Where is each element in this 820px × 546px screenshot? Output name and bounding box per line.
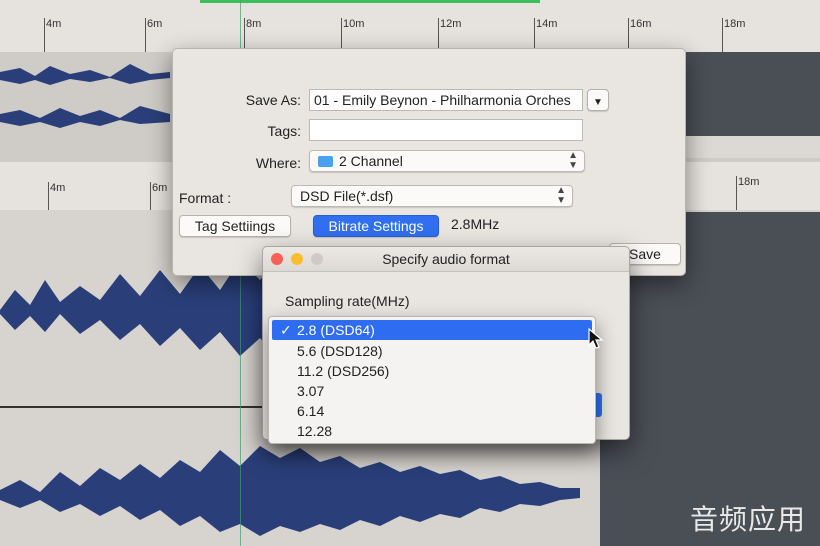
menu-item[interactable]: 12.28 [269,421,595,441]
ruler-label: 6m [152,182,168,194]
chevron-down-icon: ▼ [593,97,603,108]
menu-item-label: 5.6 (DSD128) [297,343,383,359]
bitrate-value: 2.8MHz [451,216,500,232]
sampling-rate-label: Sampling rate(MHz) [285,293,410,309]
ruler-label: 6m [147,18,163,30]
menu-item-label: 11.2 (DSD256) [297,363,390,379]
save-as-field[interactable]: 01 - Emily Beynon - Philharmonia Orches [309,89,583,111]
menu-item[interactable]: 6.14 [269,401,595,421]
save-dialog: Save As: 01 - Emily Beynon - Philharmoni… [172,48,686,276]
ruler-label: 18m [738,176,760,188]
ruler-tick [341,18,342,52]
ruler-tick [628,18,629,52]
sampling-rate-menu[interactable]: ✓ 2.8 (DSD64) 5.6 (DSD128) 11.2 (DSD256)… [268,316,596,444]
ruler-tick [438,18,439,52]
updown-arrows-icon: ▲ ▼ [556,185,566,206]
window-title: Specify audio format [382,251,510,267]
ruler-tick [722,18,723,52]
tag-settings-button[interactable]: Tag Settiings [179,215,291,237]
ruler-label: 12m [440,18,462,30]
ruler-label: 4m [50,182,66,194]
tags-field[interactable] [309,119,583,141]
format-value: DSD File(*.dsf) [300,188,394,204]
menu-item[interactable]: 11.2 (DSD256) [269,361,595,381]
ruler-label: 4m [46,18,62,30]
ruler-label: 8m [246,18,262,30]
menu-item[interactable]: 3.07 [269,381,595,401]
track-light-strip [684,136,820,158]
ruler-tick [534,18,535,52]
tags-label: Tags: [267,123,301,139]
ruler-label: 14m [536,18,558,30]
ruler-label: 16m [630,18,652,30]
menu-item[interactable]: ✓ 2.8 (DSD64) [272,320,592,340]
expand-button[interactable]: ▼ [587,89,609,111]
ruler-tick [736,176,737,210]
where-value: 2 Channel [339,153,403,169]
ruler-label: 18m [724,18,746,30]
ruler-tick [44,18,45,52]
watermark-text: 音频应用 [689,504,806,535]
window-titlebar[interactable]: Specify audio format [263,247,629,272]
where-label: Where: [255,155,301,171]
save-as-label: Save As: [245,92,301,108]
menu-item[interactable]: 5.6 (DSD128) [269,341,595,361]
format-label: Format : [179,190,232,206]
menu-item-label: 2.8 (DSD64) [297,322,375,338]
top-green-line [200,0,540,3]
ruler-label: 10m [343,18,365,30]
ruler-tick [244,18,245,52]
ruler-tick [150,182,151,210]
bitrate-settings-button[interactable]: Bitrate Settings [313,215,439,237]
updown-arrows-icon: ▲ ▼ [568,150,578,171]
ruler-tick [48,182,49,210]
checkmark-icon: ✓ [280,322,292,338]
format-popup[interactable]: DSD File(*.dsf) ▲ ▼ [291,185,573,207]
menu-item-label: 6.14 [297,403,325,419]
folder-icon [318,156,333,167]
where-popup[interactable]: 2 Channel ▲ ▼ [309,150,585,172]
mouse-pointer-icon [588,328,604,349]
menu-item-label: 3.07 [297,383,325,399]
photo-scene: 4m 6m 8m 10m 12m 14m 16m 18m 4m 6m 18m S… [0,0,820,546]
track-dark-area [684,52,820,136]
timeline-ruler-top[interactable]: 4m 6m 8m 10m 12m 14m 16m 18m [0,0,820,52]
ruler-tick [145,18,146,52]
menu-item-label: 12.28 [297,423,333,439]
